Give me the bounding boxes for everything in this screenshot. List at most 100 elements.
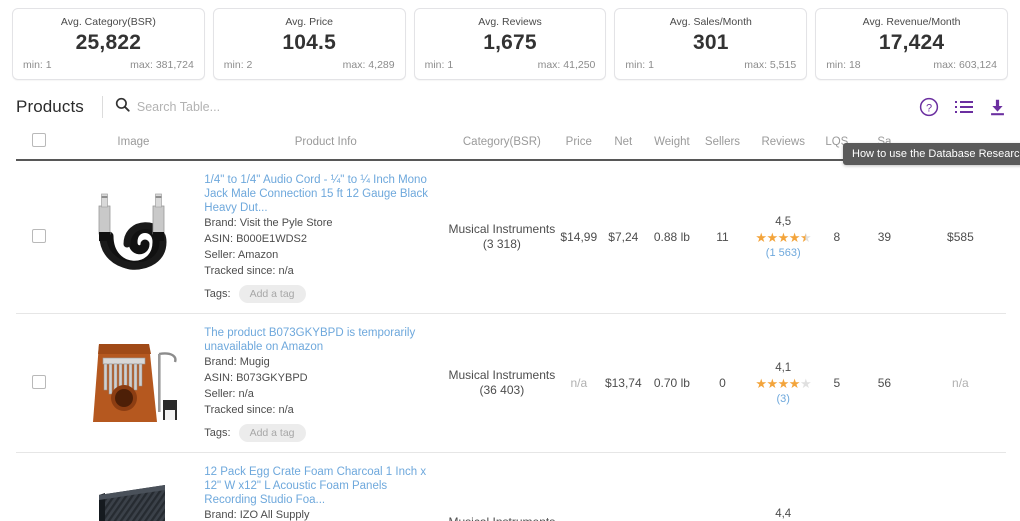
rating-value: 4,5 — [775, 215, 792, 228]
toolbar-divider — [101, 96, 103, 118]
kpi-value: 301 — [692, 31, 729, 54]
product-image-cell — [63, 314, 205, 453]
rating-stars: ★★★★★ — [755, 375, 812, 391]
header-net[interactable]: Net — [601, 128, 646, 160]
product-tracked-since: Tracked since: n/a — [204, 403, 447, 418]
product-thumbnail[interactable] — [77, 334, 189, 432]
sales-cell: 39 — [877, 230, 892, 244]
search-input[interactable] — [136, 100, 387, 114]
kpi-min: min: 1 — [424, 59, 454, 71]
table-body: 1/4" to 1/4" Audio Cord - ¼" to ¼ Inch M… — [16, 160, 1006, 521]
reviews-cell: 4,5 ★★★★★ (1 563) — [747, 160, 820, 314]
row-checkbox[interactable] — [32, 374, 47, 389]
add-tag-button[interactable]: Add a tag — [238, 424, 306, 442]
header-reviews[interactable]: Reviews — [747, 128, 820, 160]
product-title-link[interactable]: The product B073GKYBPD is temporarily un… — [204, 326, 436, 354]
tracked-label: Tracked since: — [204, 265, 276, 277]
reviews-count-link[interactable]: (3) — [747, 392, 820, 406]
table-row: 12 Pack Egg Crate Foam Charcoal 1 Inch x… — [16, 453, 1006, 521]
tooltip-database-research: How to use the Database Research — [843, 143, 1020, 165]
sales-cell: 115 — [854, 453, 915, 521]
tracked-label: Tracked since: — [204, 404, 276, 416]
revenue-cell: $585 — [947, 230, 974, 244]
add-tag-button[interactable]: Add a tag — [238, 285, 306, 303]
kpi-max: max: 381,724 — [130, 59, 194, 71]
row-select-cell — [16, 453, 63, 521]
row-select-cell — [16, 314, 63, 453]
revenue-cell: n/a — [952, 376, 969, 390]
product-asin: ASIN: B000E1WDS2 — [204, 232, 447, 247]
lqs-cell: 8 — [833, 230, 841, 244]
product-asin: ASIN: B073GKYBPD — [204, 371, 447, 386]
products-table-area: Image Product Info Category(BSR) Price N… — [0, 128, 1020, 521]
price-cell: $14,99 — [560, 230, 598, 244]
product-thumbnail[interactable] — [77, 188, 189, 286]
product-title-link[interactable]: 1/4" to 1/4" Audio Cord - ¼" to ¼ Inch M… — [204, 173, 436, 215]
tags-label: Tags: — [204, 288, 231, 300]
kpi-card-revenue-month: Avg. Revenue/Month 17,424 min: 18 max: 6… — [815, 8, 1008, 80]
product-seller: Seller: Amazon — [204, 248, 447, 263]
kpi-range: min: 1 max: 5,515 — [625, 58, 796, 72]
kpi-value: 17,424 — [878, 31, 945, 54]
asin-value: B073GKYBPD — [236, 372, 308, 384]
seller-label: Seller: — [204, 388, 236, 400]
row-checkbox[interactable] — [32, 228, 47, 243]
product-image-cell — [63, 453, 205, 521]
category-name: Musical Instruments — [448, 222, 556, 236]
search-box[interactable] — [115, 97, 387, 117]
kpi-min: min: 1 — [625, 59, 654, 71]
lqs-cell: 5 — [833, 376, 841, 390]
price-cell: n/a — [570, 376, 588, 390]
product-title-link[interactable]: 12 Pack Egg Crate Foam Charcoal 1 Inch x… — [204, 465, 436, 507]
kpi-title: Avg. Category(BSR) — [60, 16, 156, 28]
category-name: Musical Instruments — [448, 368, 556, 382]
list-icon[interactable] — [955, 100, 973, 114]
kpi-card-price: Avg. Price 104.5 min: 2 max: 4,289 — [212, 8, 406, 80]
svg-text:?: ? — [926, 102, 932, 114]
header-price[interactable]: Price — [557, 128, 602, 160]
kpi-value: 1,675 — [483, 31, 537, 54]
asin-label: ASIN: — [204, 372, 233, 384]
product-brand: Brand: Mugig — [204, 355, 447, 370]
header-weight[interactable]: Weight — [646, 128, 699, 160]
category-cell: Musical Instruments (36 403) — [447, 314, 556, 453]
product-info-cell: The product B073GKYBPD is temporarily un… — [204, 314, 447, 453]
select-all-checkbox[interactable] — [32, 133, 47, 147]
sellers-cell: 0 — [719, 376, 726, 390]
weight-cell: 0.70 lb — [653, 376, 690, 390]
net-cell: $13,74 — [604, 376, 642, 390]
kpi-value: 104.5 — [282, 31, 336, 54]
rating-value: 4,1 — [775, 361, 792, 374]
product-thumbnail[interactable] — [77, 481, 189, 521]
kpi-max: max: 5,515 — [744, 59, 797, 71]
kpi-title: Avg. Reviews — [478, 16, 542, 28]
product-info-cell: 1/4" to 1/4" Audio Cord - ¼" to ¼ Inch M… — [204, 160, 447, 314]
kpi-range: min: 1 max: 41,250 — [425, 58, 596, 72]
rating-value: 4,4 — [775, 508, 792, 520]
seller-label: Seller: — [204, 249, 236, 261]
lqs-cell: 7 — [820, 453, 854, 521]
question-circle-icon[interactable]: ? — [919, 97, 939, 117]
reviews-cell: 4,1 ★★★★★ (3) — [747, 314, 820, 453]
reviews-count-link[interactable]: (1 563) — [747, 246, 820, 260]
download-icon[interactable] — [989, 99, 1006, 116]
header-product-info[interactable]: Product Info — [204, 128, 447, 160]
weight-cell: 0.88 lb — [653, 230, 690, 244]
revenue-cell: $1 494 — [915, 453, 1006, 521]
product-tracked-since: Tracked since: n/a — [204, 264, 447, 279]
seller-value: n/a — [238, 388, 254, 400]
products-toolbar: Products ? — [0, 86, 1020, 128]
header-image[interactable]: Image — [63, 128, 205, 160]
kpi-value: 25,822 — [75, 31, 142, 54]
header-category[interactable]: Category(BSR) — [447, 128, 556, 160]
sellers-cell: 1 — [698, 453, 747, 521]
kpi-card-reviews: Avg. Reviews 1,675 min: 1 max: 41,250 — [413, 8, 607, 80]
net-cell: $7,24 — [608, 230, 639, 244]
kpi-range: min: 18 max: 603,124 — [826, 58, 997, 72]
kpi-card-sales-month: Avg. Sales/Month 301 min: 1 max: 5,515 — [614, 8, 808, 80]
header-sellers[interactable]: Sellers — [698, 128, 747, 160]
kpi-card-category-bsr: Avg. Category(BSR) 25,822 min: 1 max: 38… — [12, 8, 205, 80]
products-table: Image Product Info Category(BSR) Price N… — [16, 128, 1006, 521]
kpi-strip: Avg. Category(BSR) 25,822 min: 1 max: 38… — [0, 0, 1020, 86]
toolbar-actions: ? — [919, 97, 1006, 117]
